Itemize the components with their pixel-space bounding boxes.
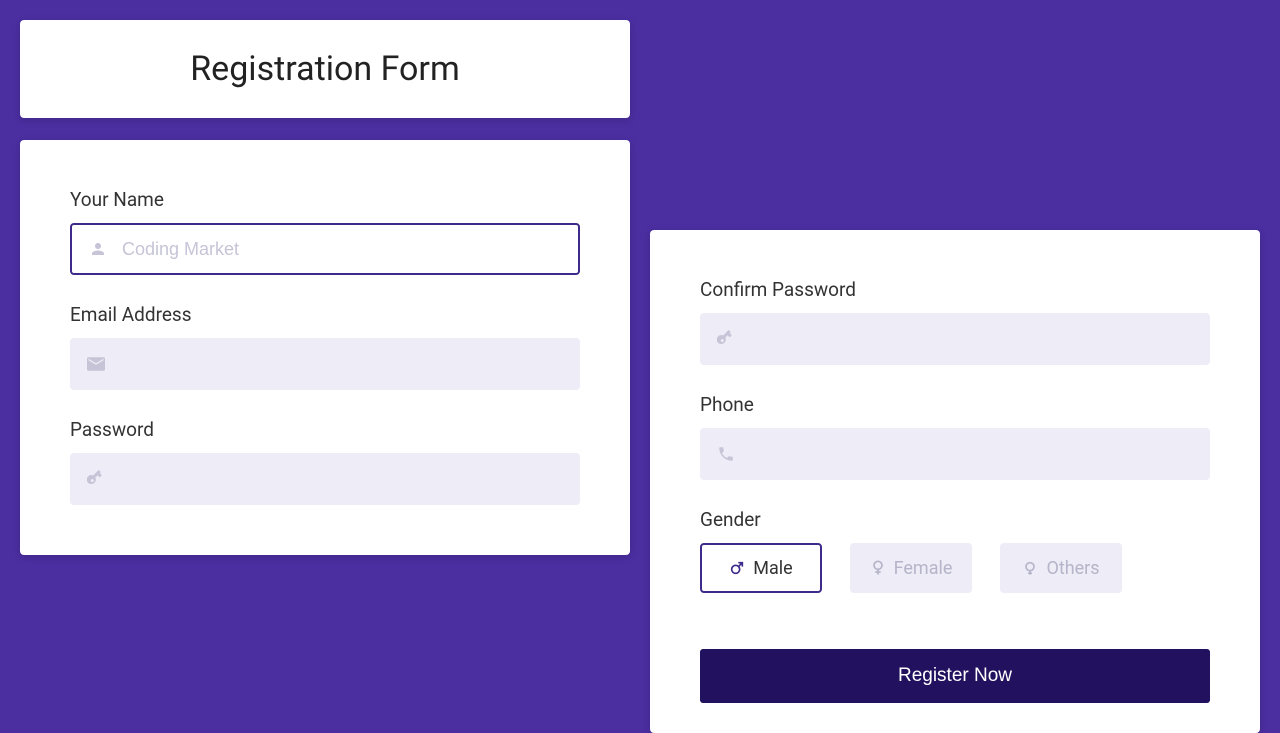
field-gender: Gender Male Female Others <box>700 508 1210 593</box>
gender-label: Gender <box>700 508 1210 531</box>
field-confirm-password: Confirm Password <box>700 278 1210 365</box>
confirm-password-label: Confirm Password <box>700 278 1210 301</box>
gender-option-female[interactable]: Female <box>850 543 972 593</box>
confirm-password-input[interactable] <box>750 313 1210 365</box>
phone-input-wrap[interactable] <box>700 428 1210 480</box>
password-input-wrap[interactable] <box>70 453 580 505</box>
register-button[interactable]: Register Now <box>700 649 1210 703</box>
gender-option-others[interactable]: Others <box>1000 543 1122 593</box>
others-icon <box>1022 560 1038 576</box>
gender-option-male[interactable]: Male <box>700 543 822 593</box>
email-label: Email Address <box>70 303 580 326</box>
gender-option-male-label: Male <box>753 558 792 579</box>
form-card-left: Your Name Email Address Password <box>20 140 630 555</box>
field-password: Password <box>70 418 580 505</box>
name-label: Your Name <box>70 188 580 211</box>
title-card: Registration Form <box>20 20 630 118</box>
gender-option-female-label: Female <box>894 558 953 579</box>
confirm-password-input-wrap[interactable] <box>700 313 1210 365</box>
email-input[interactable] <box>120 338 580 390</box>
gender-options-row: Male Female Others <box>700 543 1210 593</box>
phone-label: Phone <box>700 393 1210 416</box>
name-input-wrap[interactable] <box>70 223 580 275</box>
form-card-right: Confirm Password Phone Gender Male <box>650 230 1260 733</box>
field-name: Your Name <box>70 188 580 275</box>
phone-input[interactable] <box>750 428 1210 480</box>
gender-option-others-label: Others <box>1046 558 1099 579</box>
page-title: Registration Form <box>190 49 460 89</box>
female-icon <box>870 560 886 576</box>
name-input[interactable] <box>122 225 578 273</box>
email-input-wrap[interactable] <box>70 338 580 390</box>
password-label: Password <box>70 418 580 441</box>
male-icon <box>729 560 745 576</box>
phone-icon <box>716 444 736 464</box>
person-icon <box>88 239 108 259</box>
field-phone: Phone <box>700 393 1210 480</box>
mail-icon <box>86 354 106 374</box>
field-email: Email Address <box>70 303 580 390</box>
key-icon <box>716 329 736 349</box>
password-input[interactable] <box>120 453 580 505</box>
key-icon <box>86 469 106 489</box>
